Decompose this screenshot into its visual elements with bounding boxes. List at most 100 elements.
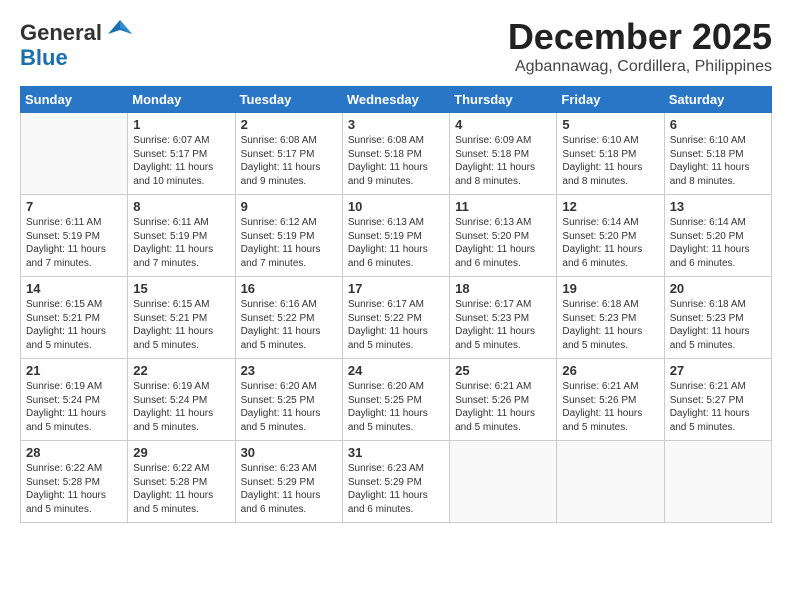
calendar-cell: 23 Sunrise: 6:20 AM Sunset: 5:25 PM Dayli… [235,359,342,441]
cell-sun-info: Sunrise: 6:17 AM Sunset: 5:22 PM Dayligh… [348,298,444,352]
calendar-table: SundayMondayTuesdayWednesdayThursdayFrid… [20,86,772,523]
day-number: 6 [670,117,766,132]
day-number: 12 [562,199,658,214]
day-number: 28 [26,445,122,460]
calendar-day-header: Saturday [664,87,771,113]
cell-sun-info: Sunrise: 6:15 AM Sunset: 5:21 PM Dayligh… [133,298,229,352]
cell-sun-info: Sunrise: 6:21 AM Sunset: 5:27 PM Dayligh… [670,380,766,434]
day-number: 14 [26,281,122,296]
cell-sun-info: Sunrise: 6:11 AM Sunset: 5:19 PM Dayligh… [26,216,122,270]
calendar-cell [557,441,664,523]
day-number: 24 [348,363,444,378]
cell-sun-info: Sunrise: 6:07 AM Sunset: 5:17 PM Dayligh… [133,134,229,188]
cell-sun-info: Sunrise: 6:11 AM Sunset: 5:19 PM Dayligh… [133,216,229,270]
logo-blue: Blue [20,45,68,71]
cell-sun-info: Sunrise: 6:09 AM Sunset: 5:18 PM Dayligh… [455,134,551,188]
day-number: 21 [26,363,122,378]
cell-sun-info: Sunrise: 6:10 AM Sunset: 5:18 PM Dayligh… [670,134,766,188]
cell-sun-info: Sunrise: 6:17 AM Sunset: 5:23 PM Dayligh… [455,298,551,352]
day-number: 31 [348,445,444,460]
calendar-cell: 22 Sunrise: 6:19 AM Sunset: 5:24 PM Dayli… [128,359,235,441]
calendar-cell: 26Sunrise: 6:21 AM Sunset: 5:26 PM Dayli… [557,359,664,441]
cell-sun-info: Sunrise: 6:18 AM Sunset: 5:23 PM Dayligh… [562,298,658,352]
calendar-week-row: 1 Sunrise: 6:07 AM Sunset: 5:17 PM Daylig… [21,113,772,195]
cell-sun-info: Sunrise: 6:23 AM Sunset: 5:29 PM Dayligh… [348,462,444,516]
cell-sun-info: Sunrise: 6:21 AM Sunset: 5:26 PM Dayligh… [562,380,658,434]
cell-sun-info: Sunrise: 6:12 AM Sunset: 5:19 PM Dayligh… [241,216,337,270]
calendar-cell [21,113,128,195]
calendar-cell: 8Sunrise: 6:11 AM Sunset: 5:19 PM Daylig… [128,195,235,277]
calendar-cell: 19 Sunrise: 6:18 AM Sunset: 5:23 PM Dayli… [557,277,664,359]
day-number: 17 [348,281,444,296]
cell-sun-info: Sunrise: 6:13 AM Sunset: 5:19 PM Dayligh… [348,216,444,270]
day-number: 1 [133,117,229,132]
calendar-cell: 4Sunrise: 6:09 AM Sunset: 5:18 PM Daylig… [450,113,557,195]
calendar-cell: 5 Sunrise: 6:10 AM Sunset: 5:18 PM Daylig… [557,113,664,195]
calendar-cell: 12Sunrise: 6:14 AM Sunset: 5:20 PM Dayli… [557,195,664,277]
cell-sun-info: Sunrise: 6:10 AM Sunset: 5:18 PM Dayligh… [562,134,658,188]
calendar-cell: 18Sunrise: 6:17 AM Sunset: 5:23 PM Dayli… [450,277,557,359]
cell-sun-info: Sunrise: 6:08 AM Sunset: 5:18 PM Dayligh… [348,134,444,188]
cell-sun-info: Sunrise: 6:16 AM Sunset: 5:22 PM Dayligh… [241,298,337,352]
day-number: 23 [241,363,337,378]
page-container: General Blue December 2025 Agbannawag, C… [0,0,792,533]
calendar-cell: 6 Sunrise: 6:10 AM Sunset: 5:18 PM Daylig… [664,113,771,195]
cell-sun-info: Sunrise: 6:20 AM Sunset: 5:25 PM Dayligh… [241,380,337,434]
calendar-cell: 16 Sunrise: 6:16 AM Sunset: 5:22 PM Dayli… [235,277,342,359]
calendar-cell: 3 Sunrise: 6:08 AM Sunset: 5:18 PM Daylig… [342,113,449,195]
cell-sun-info: Sunrise: 6:21 AM Sunset: 5:26 PM Dayligh… [455,380,551,434]
calendar-day-header: Monday [128,87,235,113]
location-title: Agbannawag, Cordillera, Philippines [508,58,772,76]
day-number: 15 [133,281,229,296]
title-block: December 2025 Agbannawag, Cordillera, Ph… [508,16,772,76]
calendar-cell: 9 Sunrise: 6:12 AM Sunset: 5:19 PM Daylig… [235,195,342,277]
cell-sun-info: Sunrise: 6:18 AM Sunset: 5:23 PM Dayligh… [670,298,766,352]
calendar-week-row: 21 Sunrise: 6:19 AM Sunset: 5:24 PM Dayli… [21,359,772,441]
day-number: 19 [562,281,658,296]
day-number: 16 [241,281,337,296]
calendar-cell: 20 Sunrise: 6:18 AM Sunset: 5:23 PM Dayli… [664,277,771,359]
logo-general: General [20,20,102,46]
calendar-cell: 17 Sunrise: 6:17 AM Sunset: 5:22 PM Dayli… [342,277,449,359]
cell-sun-info: Sunrise: 6:22 AM Sunset: 5:28 PM Dayligh… [26,462,122,516]
month-title: December 2025 [508,16,772,58]
header: General Blue December 2025 Agbannawag, C… [20,16,772,76]
calendar-week-row: 28 Sunrise: 6:22 AM Sunset: 5:28 PM Dayli… [21,441,772,523]
cell-sun-info: Sunrise: 6:19 AM Sunset: 5:24 PM Dayligh… [133,380,229,434]
calendar-week-row: 7 Sunrise: 6:11 AM Sunset: 5:19 PM Daylig… [21,195,772,277]
cell-sun-info: Sunrise: 6:23 AM Sunset: 5:29 PM Dayligh… [241,462,337,516]
calendar-cell: 25Sunrise: 6:21 AM Sunset: 5:26 PM Dayli… [450,359,557,441]
calendar-cell: 21 Sunrise: 6:19 AM Sunset: 5:24 PM Dayli… [21,359,128,441]
day-number: 11 [455,199,551,214]
cell-sun-info: Sunrise: 6:22 AM Sunset: 5:28 PM Dayligh… [133,462,229,516]
day-number: 22 [133,363,229,378]
day-number: 5 [562,117,658,132]
day-number: 20 [670,281,766,296]
logo: General Blue [20,16,134,71]
calendar-cell: 2Sunrise: 6:08 AM Sunset: 5:17 PM Daylig… [235,113,342,195]
day-number: 9 [241,199,337,214]
cell-sun-info: Sunrise: 6:19 AM Sunset: 5:24 PM Dayligh… [26,380,122,434]
cell-sun-info: Sunrise: 6:13 AM Sunset: 5:20 PM Dayligh… [455,216,551,270]
calendar-day-header: Thursday [450,87,557,113]
day-number: 7 [26,199,122,214]
cell-sun-info: Sunrise: 6:15 AM Sunset: 5:21 PM Dayligh… [26,298,122,352]
cell-sun-info: Sunrise: 6:20 AM Sunset: 5:25 PM Dayligh… [348,380,444,434]
calendar-cell: 13Sunrise: 6:14 AM Sunset: 5:20 PM Dayli… [664,195,771,277]
calendar-cell: 1 Sunrise: 6:07 AM Sunset: 5:17 PM Daylig… [128,113,235,195]
calendar-cell [664,441,771,523]
calendar-cell: 7 Sunrise: 6:11 AM Sunset: 5:19 PM Daylig… [21,195,128,277]
day-number: 3 [348,117,444,132]
calendar-cell: 15 Sunrise: 6:15 AM Sunset: 5:21 PM Dayli… [128,277,235,359]
calendar-day-header: Sunday [21,87,128,113]
calendar-day-header: Tuesday [235,87,342,113]
calendar-cell: 28 Sunrise: 6:22 AM Sunset: 5:28 PM Dayli… [21,441,128,523]
calendar-cell: 14 Sunrise: 6:15 AM Sunset: 5:21 PM Dayli… [21,277,128,359]
calendar-cell: 29Sunrise: 6:22 AM Sunset: 5:28 PM Dayli… [128,441,235,523]
calendar-cell: 31 Sunrise: 6:23 AM Sunset: 5:29 PM Dayli… [342,441,449,523]
calendar-week-row: 14 Sunrise: 6:15 AM Sunset: 5:21 PM Dayli… [21,277,772,359]
day-number: 13 [670,199,766,214]
day-number: 27 [670,363,766,378]
calendar-day-header: Wednesday [342,87,449,113]
calendar-day-header: Friday [557,87,664,113]
